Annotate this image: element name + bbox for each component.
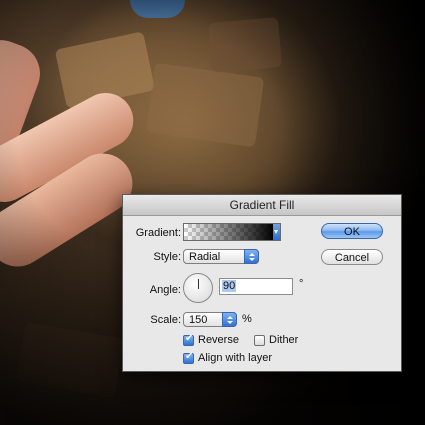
reverse-label[interactable]: Reverse: [198, 334, 239, 346]
ok-button[interactable]: OK: [321, 223, 383, 239]
angle-input[interactable]: 90: [219, 278, 293, 295]
scale-unit: %: [242, 313, 252, 325]
scale-select[interactable]: 150: [183, 312, 237, 327]
style-value: Radial: [189, 251, 221, 263]
reverse-checkbox[interactable]: [183, 333, 194, 346]
chevron-down-icon: [222, 312, 237, 327]
angle-needle: [198, 279, 199, 289]
angle-value: 90: [222, 280, 237, 292]
scale-label: Scale:: [150, 314, 181, 326]
angle-dial-icon[interactable]: [183, 273, 213, 303]
gradient-label: Gradient:: [135, 227, 181, 239]
chevron-down-icon[interactable]: [273, 223, 281, 241]
updown-arrows-icon: [244, 249, 259, 264]
scale-value: 150: [189, 314, 208, 326]
angle-unit: °: [299, 278, 304, 290]
style-label: Style:: [153, 251, 181, 263]
style-select[interactable]: Radial: [183, 249, 259, 264]
angle-label: Angle:: [149, 284, 181, 296]
dialog-title: Gradient Fill: [123, 195, 401, 216]
gradient-fill-dialog: Gradient Fill Gradient: Style: Radial An…: [122, 194, 402, 372]
dither-label[interactable]: Dither: [269, 334, 298, 346]
dither-checkbox[interactable]: [254, 335, 265, 346]
dialog-body: Gradient: Style: Radial Angle: 90 ° Scal…: [123, 216, 401, 371]
align-with-layer-checkbox[interactable]: [183, 351, 194, 364]
align-with-layer-label[interactable]: Align with layer: [198, 352, 272, 364]
cancel-button[interactable]: Cancel: [321, 249, 383, 265]
gradient-preview[interactable]: [183, 223, 275, 241]
